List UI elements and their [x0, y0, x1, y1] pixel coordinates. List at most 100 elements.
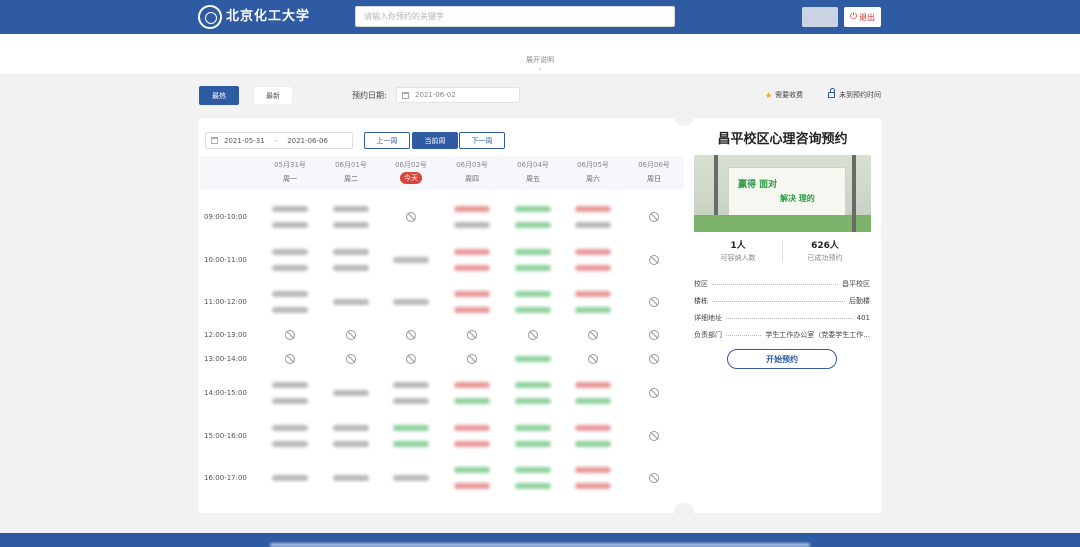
booked-slot-blurred[interactable] — [272, 382, 308, 388]
range-separator: - — [274, 136, 278, 145]
booked-slot-blurred[interactable] — [454, 467, 490, 473]
booked-slot-blurred[interactable] — [515, 249, 551, 255]
booked-slot-blurred[interactable] — [454, 307, 490, 313]
booked-slot-blurred[interactable] — [575, 467, 611, 473]
booked-slot-blurred[interactable] — [272, 441, 308, 447]
booked-slot-blurred[interactable] — [333, 441, 369, 447]
booked-slot-blurred[interactable] — [515, 425, 551, 431]
booked-slot-blurred[interactable] — [454, 483, 490, 489]
booked-slot-blurred[interactable] — [575, 265, 611, 271]
booked-slot-blurred[interactable] — [515, 398, 551, 404]
booked-slot-blurred[interactable] — [454, 291, 490, 297]
booked-slot-blurred[interactable] — [515, 382, 551, 388]
panel-notch-top — [674, 110, 694, 126]
day-header: 05月31号 周一 — [270, 160, 310, 184]
filter-new-button[interactable]: 最新 — [253, 86, 293, 105]
booked-slot-blurred[interactable] — [515, 483, 551, 489]
booked-slot-blurred[interactable] — [393, 398, 429, 404]
booked-slot-blurred[interactable] — [454, 441, 490, 447]
booked-slot-blurred[interactable] — [575, 307, 611, 313]
booked-slot-blurred[interactable] — [454, 398, 490, 404]
booked-slot-blurred[interactable] — [454, 206, 490, 212]
start-booking-button[interactable]: 开始预约 — [727, 349, 837, 369]
search-input[interactable] — [355, 6, 675, 27]
booked-slot-blurred[interactable] — [575, 483, 611, 489]
booked-slot-blurred[interactable] — [575, 398, 611, 404]
expand-explain-link[interactable]: 展开说明 — [0, 55, 1080, 65]
booked-slot-blurred[interactable] — [393, 475, 429, 481]
booked-slot-blurred[interactable] — [515, 206, 551, 212]
booked-slot-blurred[interactable] — [333, 475, 369, 481]
info-value: 后勤楼 — [849, 297, 870, 305]
booked-slot-blurred[interactable] — [515, 467, 551, 473]
booked-slot-blurred[interactable] — [575, 206, 611, 212]
booked-slot-blurred[interactable] — [333, 265, 369, 271]
booked-slot-blurred[interactable] — [393, 441, 429, 447]
booked-slot-blurred[interactable] — [333, 206, 369, 212]
filter-hot-button[interactable]: 最热 — [199, 86, 239, 105]
info-value: 401 — [856, 314, 870, 322]
booked-slot-blurred[interactable] — [272, 265, 308, 271]
booked-slot-blurred[interactable] — [272, 222, 308, 228]
booked-slot-blurred[interactable] — [575, 249, 611, 255]
booked-slot-blurred[interactable] — [272, 206, 308, 212]
booked-slot-blurred[interactable] — [333, 390, 369, 396]
booked-slot-blurred[interactable] — [272, 307, 308, 313]
logout-button[interactable]: ⏻ 退出 — [844, 7, 881, 27]
booked-slot-blurred[interactable] — [272, 398, 308, 404]
avatar[interactable] — [802, 7, 838, 27]
booked-slot-blurred[interactable] — [272, 425, 308, 431]
unavailable-icon — [649, 212, 659, 222]
day-weekday: 周二 — [344, 175, 358, 183]
next-week-button[interactable]: 下一周 — [459, 132, 505, 149]
booked-slot-blurred[interactable] — [515, 356, 551, 362]
booked-slot-blurred[interactable] — [393, 425, 429, 431]
booked-slot-blurred[interactable] — [333, 249, 369, 255]
booked-slot-blurred[interactable] — [575, 222, 611, 228]
booked-slot-blurred[interactable] — [393, 382, 429, 388]
booked-slot-blurred[interactable] — [575, 382, 611, 388]
booked-slot-blurred[interactable] — [393, 299, 429, 305]
booked-slot-blurred[interactable] — [393, 257, 429, 263]
booked-slot-blurred[interactable] — [515, 291, 551, 297]
booked-slot-blurred[interactable] — [272, 249, 308, 255]
booked-slot-blurred[interactable] — [333, 299, 369, 305]
info-row: 楼栋 后勤楼 — [694, 296, 870, 306]
booked-slot-blurred[interactable] — [575, 291, 611, 297]
day-date: 06月01号 — [335, 161, 367, 169]
unavailable-icon — [649, 473, 659, 483]
booked-slot-blurred[interactable] — [454, 425, 490, 431]
booked-slot-blurred[interactable] — [515, 222, 551, 228]
current-week-button[interactable]: 当前周 — [412, 132, 458, 149]
day-date: 06月02号 — [395, 161, 427, 169]
logout-label: 退出 — [859, 12, 876, 22]
booked-slot-blurred[interactable] — [272, 475, 308, 481]
power-icon: ⏻ — [849, 12, 858, 22]
booked-slot-blurred[interactable] — [333, 222, 369, 228]
success-value: 626人 — [811, 241, 839, 251]
time-slot-label: 09:00-10:00 — [204, 213, 247, 221]
booked-slot-blurred[interactable] — [454, 265, 490, 271]
booked-slot-blurred[interactable] — [575, 425, 611, 431]
day-date: 06月05号 — [577, 161, 609, 169]
booked-slot-blurred[interactable] — [515, 307, 551, 313]
prev-week-button[interactable]: 上一周 — [364, 132, 410, 149]
date-picker[interactable]: 2021-06-02 — [396, 87, 520, 103]
booked-slot-blurred[interactable] — [333, 425, 369, 431]
booked-slot-blurred[interactable] — [515, 441, 551, 447]
chevron-down-icon[interactable]: ⌄ — [536, 65, 544, 72]
booked-slot-blurred[interactable] — [575, 441, 611, 447]
day-header: 06月02号 今天 — [391, 160, 431, 184]
day-weekday: 周一 — [283, 175, 297, 183]
room-photo: 赢得 面对 解决 理的 — [694, 155, 871, 232]
info-row: 详细地址 401 — [694, 313, 870, 323]
booked-slot-blurred[interactable] — [454, 382, 490, 388]
booked-slot-blurred[interactable] — [454, 249, 490, 255]
university-logo[interactable]: 北京化工大学 — [198, 4, 310, 30]
week-range[interactable]: 2021-05-31 - 2021-06-06 — [205, 132, 353, 149]
booked-slot-blurred[interactable] — [515, 265, 551, 271]
booked-slot-blurred[interactable] — [272, 291, 308, 297]
unavailable-icon — [406, 330, 416, 340]
booked-slot-blurred[interactable] — [454, 222, 490, 228]
capacity-value: 1人 — [730, 241, 746, 251]
